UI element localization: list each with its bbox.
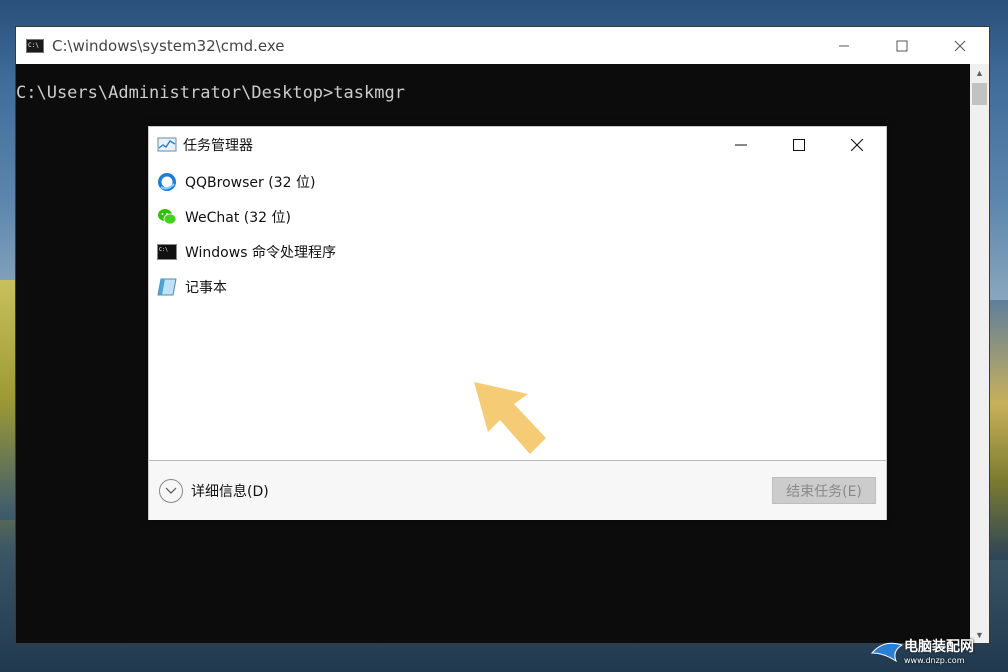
pointing-arrow-icon xyxy=(474,382,546,454)
app-item-label: 记事本 xyxy=(185,279,227,296)
tm-close-button[interactable] xyxy=(828,127,886,163)
cmd-icon: C:\ xyxy=(157,242,177,262)
scroll-thumb[interactable] xyxy=(972,83,987,105)
watermark-text: 电脑装配网 xyxy=(904,638,974,655)
app-item-label: QQBrowser (32 位) xyxy=(185,174,316,191)
close-icon xyxy=(954,40,966,51)
task-manager-controls xyxy=(712,127,886,163)
shark-logo-icon xyxy=(870,642,904,663)
app-item-label: WeChat (32 位) xyxy=(185,209,291,226)
desktop-wallpaper-right xyxy=(990,300,1008,560)
app-item-label: Windows 命令处理程序 xyxy=(185,244,336,261)
watermark-url: www.dnzp.com xyxy=(904,655,965,665)
maximize-icon xyxy=(896,40,908,51)
tm-maximize-button[interactable] xyxy=(770,127,828,163)
cmd-maximize-button[interactable] xyxy=(873,27,931,64)
minimize-icon xyxy=(735,144,747,146)
app-item-wechat[interactable]: WeChat (32 位) xyxy=(149,199,886,234)
cmd-app-icon: C:\ xyxy=(26,38,44,53)
cmd-scrollbar[interactable]: ▲ ▼ xyxy=(970,64,989,643)
watermark: 电脑装配网 www.dnzp.com xyxy=(870,630,1000,670)
cmd-minimize-button[interactable] xyxy=(815,27,873,64)
minimize-icon xyxy=(839,45,849,46)
cmd-prompt-line: C:\Users\Administrator\Desktop>taskmgr xyxy=(16,83,405,103)
task-manager-app-list: QQBrowser (32 位) WeChat (32 位) C:\ Windo… xyxy=(149,164,886,304)
tm-minimize-button[interactable] xyxy=(712,127,770,163)
wechat-icon xyxy=(157,207,177,227)
scroll-up-icon[interactable]: ▲ xyxy=(970,64,989,81)
more-details-toggle[interactable]: 详细信息(D) xyxy=(159,479,269,503)
close-icon xyxy=(851,139,863,151)
svg-text:C:\: C:\ xyxy=(159,247,168,253)
qqbrowser-icon xyxy=(157,172,177,192)
maximize-icon xyxy=(793,139,805,151)
app-item-cmd[interactable]: C:\ Windows 命令处理程序 xyxy=(149,234,886,269)
chevron-down-icon[interactable] xyxy=(159,479,183,503)
cmd-window-title: C:\windows\system32\cmd.exe xyxy=(52,36,285,55)
task-manager-titlebar[interactable]: 任务管理器 xyxy=(149,127,886,163)
notepad-icon xyxy=(157,277,177,297)
app-item-notepad[interactable]: 记事本 xyxy=(149,269,886,304)
end-task-button[interactable]: 结束任务(E) xyxy=(772,477,876,504)
cmd-titlebar[interactable]: C:\ C:\windows\system32\cmd.exe xyxy=(16,27,989,64)
desktop-wallpaper-left xyxy=(0,280,16,520)
task-manager-title: 任务管理器 xyxy=(183,138,253,154)
cmd-window-controls xyxy=(815,27,989,64)
task-manager-icon xyxy=(157,137,177,152)
more-details-label: 详细信息(D) xyxy=(191,484,269,500)
app-item-qqbrowser[interactable]: QQBrowser (32 位) xyxy=(149,164,886,199)
cmd-close-button[interactable] xyxy=(931,27,989,64)
